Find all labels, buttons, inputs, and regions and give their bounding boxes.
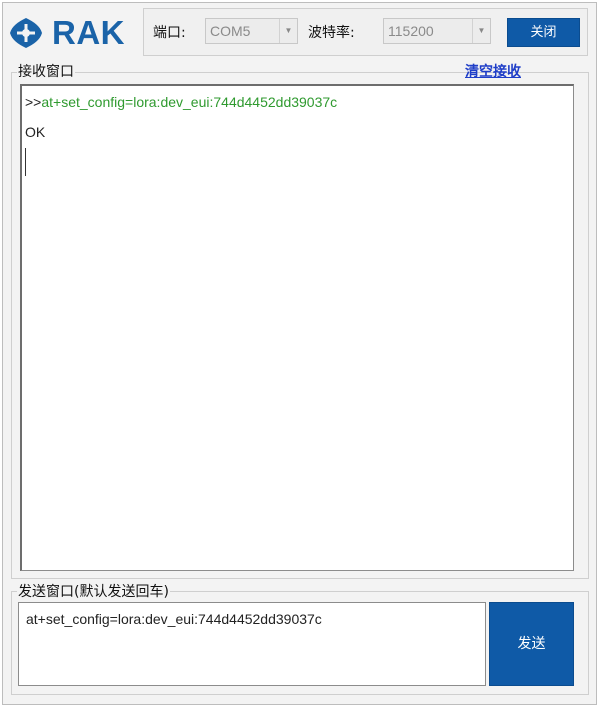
- connection-toolbar: 端口: COM5 ▼ 波特率: 115200 ▼ 关闭: [143, 8, 588, 56]
- receive-title: 接收窗口: [17, 61, 75, 81]
- baud-value: 115200: [388, 23, 434, 39]
- close-port-button[interactable]: 关闭: [507, 18, 580, 47]
- clear-receive-link[interactable]: 清空接收: [465, 61, 521, 81]
- command-echo: at+set_config=lora:dev_eui:744d4452dd390…: [41, 94, 338, 110]
- receive-line-command: >>at+set_config=lora:dev_eui:744d4452dd3…: [25, 94, 337, 110]
- port-value: COM5: [210, 23, 251, 39]
- logo-text: RAK: [52, 14, 125, 51]
- receive-line-response: OK: [25, 124, 46, 140]
- text-caret: [25, 148, 26, 176]
- port-select[interactable]: COM5 ▼: [205, 18, 298, 44]
- send-input[interactable]: at+set_config=lora:dev_eui:744d4452dd390…: [18, 602, 486, 686]
- baud-label: 波特率:: [308, 25, 355, 41]
- chevron-down-icon[interactable]: ▼: [472, 19, 490, 43]
- port-label: 端口:: [153, 25, 186, 41]
- send-input-value: at+set_config=lora:dev_eui:744d4452dd390…: [26, 611, 322, 627]
- receive-textarea[interactable]: >>at+set_config=lora:dev_eui:744d4452dd3…: [20, 84, 574, 571]
- rak-logo: RAK: [8, 14, 138, 54]
- prompt-marker: >>: [25, 94, 42, 110]
- rak-logo-icon: [10, 18, 42, 48]
- send-title: 发送窗口(默认发送回车): [17, 581, 170, 601]
- chevron-down-icon[interactable]: ▼: [279, 19, 297, 43]
- baud-select[interactable]: 115200 ▼: [383, 18, 491, 44]
- send-button[interactable]: 发送: [489, 602, 574, 686]
